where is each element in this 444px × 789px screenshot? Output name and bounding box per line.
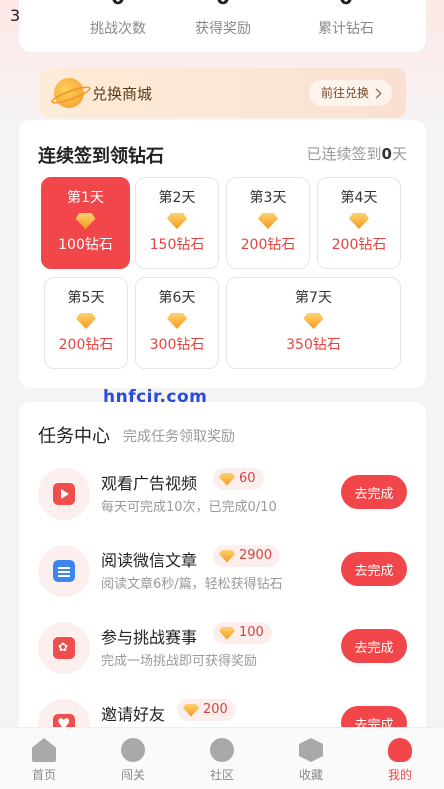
- task-reward-badge: 60: [213, 468, 264, 490]
- nav-label: 首页: [31, 768, 56, 782]
- stat-value: 0: [68, 0, 168, 7]
- lightning-icon: [121, 738, 145, 762]
- stats-card: 0 挑战次数 0 获得奖励 0 累计钻石: [19, 0, 426, 52]
- shop-go-button[interactable]: 前往兑换: [308, 80, 392, 106]
- diamond-icon: [167, 213, 187, 229]
- stat-value: 0: [296, 0, 396, 7]
- day-reward: 350钻石: [286, 337, 341, 353]
- signin-status-suffix: 天: [391, 145, 407, 163]
- diamond-icon: [183, 703, 199, 717]
- day-reward: 150钻石: [149, 237, 205, 253]
- signin-day-2[interactable]: 第2天 150钻石: [135, 177, 219, 269]
- shop-title: 兑换商城: [92, 85, 153, 103]
- play-icon: [53, 483, 75, 505]
- favorite-icon: [299, 738, 323, 762]
- task-desc: 完成一场挑战即可获得奖励: [101, 654, 258, 669]
- document-icon: [53, 560, 75, 582]
- stat-challenges: 0 挑战次数: [68, 0, 168, 38]
- signin-card: 连续签到领钻石 已连续签到0天 第1天 100钻石 第2天 150钻石 第3天 …: [19, 120, 426, 388]
- task-subtitle: 完成任务领取奖励: [123, 429, 235, 445]
- stat-value: 0: [173, 0, 273, 7]
- nav-label: 闯关: [120, 768, 145, 782]
- day-label: 第1天: [67, 190, 104, 206]
- day-reward: 100钻石: [58, 237, 113, 253]
- task-item-read-article: 阅读微信文章 2900 阅读文章6秒/篇，轻松获得钻石 去完成: [19, 535, 426, 605]
- day-label: 第4天: [340, 190, 378, 206]
- day-label: 第7天: [295, 290, 332, 306]
- day-reward: 300钻石: [149, 337, 205, 353]
- diamond-icon: [258, 213, 278, 229]
- compass-icon: [210, 738, 234, 762]
- task-reward-value: 2900: [239, 548, 273, 563]
- task-complete-button[interactable]: 去完成: [341, 475, 407, 509]
- nav-item-home[interactable]: 首页: [0, 728, 88, 789]
- diamond-icon: [303, 313, 324, 329]
- home-icon: [32, 738, 56, 762]
- day-label: 第6天: [158, 290, 196, 306]
- diamond-icon: [219, 549, 235, 563]
- stat-label: 挑战次数: [90, 21, 146, 37]
- signin-day-4[interactable]: 第4天 200钻石: [317, 177, 401, 269]
- task-complete-button[interactable]: 去完成: [341, 629, 407, 663]
- nav-label: 我的: [387, 768, 412, 782]
- task-reward-value: 60: [239, 471, 256, 486]
- stat-rewards: 0 获得奖励: [173, 0, 273, 38]
- nav-item-community[interactable]: 社区: [178, 728, 266, 789]
- task-item-join-challenge: 参与挑战赛事 100 完成一场挑战即可获得奖励 去完成: [19, 612, 426, 682]
- stat-label: 累计钻石: [318, 21, 374, 37]
- task-icon-bg: [38, 468, 90, 520]
- stat-diamonds: 0 累计钻石: [296, 0, 396, 38]
- diamond-icon: [76, 313, 96, 329]
- task-reward-value: 200: [203, 702, 228, 717]
- day-reward: 200钻石: [58, 337, 114, 353]
- day-label: 第5天: [67, 290, 105, 306]
- nav-item-levels[interactable]: 闯关: [89, 728, 177, 789]
- diamond-icon: [167, 313, 187, 329]
- signin-status-days: 0: [381, 145, 392, 163]
- task-item-watch-ad: 观看广告视频 60 每天可完成10次，已完成0/10 去完成: [19, 458, 426, 528]
- task-reward-badge: 200: [177, 699, 236, 721]
- diamond-icon: [219, 626, 235, 640]
- nav-label: 社区: [209, 768, 234, 782]
- diamond-icon: [219, 472, 235, 486]
- day-reward: 200钻石: [240, 237, 296, 253]
- task-title: 任务中心: [38, 426, 110, 447]
- signin-day-3[interactable]: 第3天 200钻石: [226, 177, 310, 269]
- card-icon: [53, 637, 75, 659]
- task-desc: 每天可完成10次，已完成0/10: [101, 500, 277, 515]
- nav-item-profile[interactable]: 我的: [356, 728, 444, 789]
- task-name: 参与挑战赛事: [101, 628, 198, 647]
- shop-banner[interactable]: 兑换商城 前往兑换: [40, 68, 406, 118]
- task-reward-value: 100: [239, 625, 264, 640]
- profile-icon: [388, 738, 412, 762]
- signin-status: 已连续签到0天: [307, 143, 407, 164]
- task-desc: 阅读文章6秒/篇，轻松获得钻石: [101, 577, 283, 592]
- nav-label: 收藏: [298, 768, 323, 782]
- task-reward-badge: 100: [213, 622, 272, 644]
- task-complete-button[interactable]: 去完成: [341, 552, 407, 586]
- task-name: 邀请好友: [101, 705, 166, 724]
- signin-title: 连续签到领钻石: [38, 146, 164, 167]
- task-name: 阅读微信文章: [101, 551, 198, 570]
- task-name: 观看广告视频: [101, 474, 198, 493]
- task-reward-badge: 2900: [213, 545, 281, 567]
- signin-status-prefix: 已连续签到: [306, 145, 382, 163]
- diamond-icon: [75, 213, 96, 229]
- signin-day-1[interactable]: 第1天 100钻石: [41, 177, 130, 269]
- stat-label: 获得奖励: [195, 21, 251, 37]
- task-icon-bg: [38, 622, 90, 674]
- signin-day-5[interactable]: 第5天 200钻石: [44, 277, 128, 369]
- shop-go-label: 前往兑换: [320, 86, 369, 100]
- bottom-nav: 首页 闯关 社区 收藏 我的: [0, 727, 444, 789]
- planet-icon: [54, 78, 84, 108]
- diamond-icon: [349, 213, 369, 229]
- nav-item-favorites[interactable]: 收藏: [267, 728, 355, 789]
- day-label: 第2天: [158, 190, 196, 206]
- chevron-right-icon: [371, 88, 382, 98]
- signin-day-6[interactable]: 第6天 300钻石: [135, 277, 219, 369]
- signin-day-7[interactable]: 第7天 350钻石: [226, 277, 401, 369]
- task-icon-bg: [38, 545, 90, 597]
- day-label: 第3天: [249, 190, 287, 206]
- day-reward: 200钻石: [331, 237, 387, 253]
